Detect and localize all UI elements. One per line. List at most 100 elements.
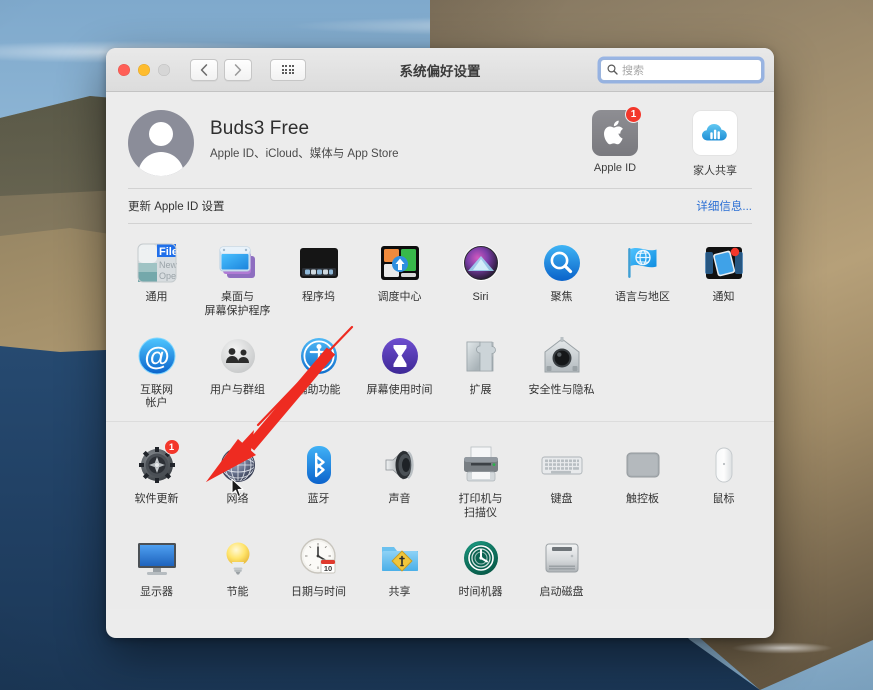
pref-network[interactable]: 网络 xyxy=(197,440,278,521)
sound-icon xyxy=(377,442,423,488)
pref-general[interactable]: File New Ope 通用 xyxy=(116,238,197,319)
apple-id-icon-box: 1 xyxy=(592,106,642,156)
pref-notifications[interactable]: 通知 xyxy=(683,238,764,319)
pref-time-machine[interactable]: 时间机器 xyxy=(440,533,521,600)
pref-software-update[interactable]: 1 软件更新 xyxy=(116,439,197,521)
displays-icon xyxy=(134,535,180,581)
desktop-screensaver-icon xyxy=(215,240,261,286)
sharing-icon xyxy=(377,535,423,581)
close-button[interactable] xyxy=(118,63,130,76)
zoom-button[interactable] xyxy=(158,63,170,76)
preferences-section-hardware: 1 软件更新 网络 蓝牙 声音 打印机与 扫描仪 键盘 触控板 鼠标 显示器 节… xyxy=(106,421,774,610)
family-sharing-label: 家人共享 xyxy=(693,165,737,177)
pref-mission-control[interactable]: 调度中心 xyxy=(359,238,440,319)
pref-displays[interactable]: 显示器 xyxy=(116,533,197,600)
dock-icon xyxy=(296,240,342,286)
pref-users-groups[interactable]: 用户与群组 xyxy=(197,331,278,412)
family-sharing-icon-box xyxy=(692,110,738,156)
desktop-background: 系统偏好设置 搜索 Buds3 Free Apple ID、iCloud、媒体与… xyxy=(0,0,873,690)
pref-label: 程序坞 xyxy=(302,291,335,303)
search-container: 搜索 xyxy=(600,58,762,81)
preference-grid-personal: File New Ope 通用 桌面与 屏幕保护程序 程序坞 调度中心 Siri… xyxy=(116,238,764,411)
security-privacy-icon xyxy=(539,333,585,379)
apple-id-banner[interactable]: Buds3 Free Apple ID、iCloud、媒体与 App Store… xyxy=(106,92,774,186)
extensions-icon xyxy=(458,333,504,379)
accessibility-icon xyxy=(296,333,342,379)
account-subtitle: Apple ID、iCloud、媒体与 App Store xyxy=(210,148,399,160)
svg-text:New: New xyxy=(159,260,178,270)
pref-desktop-screensaver[interactable]: 桌面与 屏幕保护程序 xyxy=(197,238,278,319)
pref-label: 通用 xyxy=(145,291,168,303)
pref-spotlight[interactable]: 聚焦 xyxy=(521,238,602,319)
language-region-icon xyxy=(620,240,666,286)
forward-button[interactable] xyxy=(224,58,252,81)
pref-screen-time[interactable]: 屏幕使用时间 xyxy=(359,331,440,412)
pref-label: 桌面与 屏幕保护程序 xyxy=(204,291,271,317)
pref-label: 键盘 xyxy=(550,493,573,505)
apple-id-label: Apple ID xyxy=(593,162,637,174)
pref-trackpad[interactable]: 触控板 xyxy=(602,440,683,521)
preferences-section-personal: File New Ope 通用 桌面与 屏幕保护程序 程序坞 调度中心 Siri… xyxy=(106,224,774,421)
apple-id-badge: 1 xyxy=(625,106,642,123)
pref-dock[interactable]: 程序坞 xyxy=(278,238,359,319)
pref-sharing[interactable]: 共享 xyxy=(359,533,440,600)
update-details-link[interactable]: 详细信息... xyxy=(696,198,752,214)
pref-extensions[interactable]: 扩展 xyxy=(440,331,521,412)
show-all-button[interactable] xyxy=(270,58,306,81)
network-icon xyxy=(215,442,261,488)
screen-time-icon xyxy=(377,333,423,379)
bluetooth-icon xyxy=(296,442,342,488)
pref-accessibility[interactable]: 辅助功能 xyxy=(278,331,359,412)
pref-label: Siri xyxy=(472,291,489,303)
pref-label: 日期与时间 xyxy=(291,585,346,598)
grid-icon xyxy=(281,64,295,75)
pref-label: 安全性与隐私 xyxy=(528,383,595,396)
time-machine-icon xyxy=(458,535,504,581)
preference-grid-hardware: 1 软件更新 网络 蓝牙 声音 打印机与 扫描仪 键盘 触控板 鼠标 显示器 节… xyxy=(116,439,764,600)
pref-label: 语言与地区 xyxy=(615,291,670,303)
chevron-left-icon xyxy=(200,63,208,76)
minimize-button[interactable] xyxy=(138,63,150,76)
pref-label: 辅助功能 xyxy=(296,383,341,396)
general-icon: File New Ope xyxy=(134,240,180,286)
svg-text:@: @ xyxy=(144,341,169,371)
pref-label: 扩展 xyxy=(469,383,492,396)
apple-id-button[interactable]: 1 Apple ID xyxy=(578,106,652,178)
update-notice-text: 更新 Apple ID 设置 xyxy=(128,201,225,213)
pref-label: 聚焦 xyxy=(550,291,573,303)
users-groups-icon xyxy=(215,333,261,379)
pref-keyboard[interactable]: 键盘 xyxy=(521,440,602,521)
family-sharing-icon xyxy=(692,110,738,156)
pref-label: 互联网 帐户 xyxy=(140,383,173,410)
pref-label: 蓝牙 xyxy=(307,493,330,505)
pref-energy-saver[interactable]: 节能 xyxy=(197,533,278,600)
pref-bluetooth[interactable]: 蓝牙 xyxy=(278,440,359,521)
spotlight-icon xyxy=(539,240,585,286)
update-notice-row: 更新 Apple ID 设置 详细信息... xyxy=(128,188,752,224)
back-button[interactable] xyxy=(190,58,218,81)
pref-language-region[interactable]: 语言与地区 xyxy=(602,238,683,319)
pref-security-privacy[interactable]: 安全性与隐私 xyxy=(521,331,602,412)
pref-siri[interactable]: Siri xyxy=(440,238,521,319)
family-sharing-button[interactable]: 家人共享 xyxy=(678,110,752,178)
pref-internet-accounts[interactable]: @ 互联网 帐户 xyxy=(116,331,197,412)
startup-disk-icon xyxy=(539,535,585,581)
keyboard-icon xyxy=(539,442,585,488)
pref-label: 网络 xyxy=(226,493,249,505)
pref-label: 屏幕使用时间 xyxy=(366,383,433,396)
pref-label: 软件更新 xyxy=(134,493,179,505)
pref-date-time[interactable]: 10 日期与时间 xyxy=(278,533,359,600)
pref-label: 鼠标 xyxy=(712,493,735,505)
window-titlebar[interactable]: 系统偏好设置 搜索 xyxy=(106,48,774,92)
pref-label: 节能 xyxy=(226,585,249,598)
pref-printers-scanners[interactable]: 打印机与 扫描仪 xyxy=(440,440,521,521)
search-input[interactable]: 搜索 xyxy=(600,58,762,81)
pref-mouse[interactable]: 鼠标 xyxy=(683,440,764,521)
software-update-badge: 1 xyxy=(163,439,180,455)
svg-text:File: File xyxy=(159,246,178,258)
pref-sound[interactable]: 声音 xyxy=(359,440,440,521)
avatar xyxy=(128,110,194,176)
pref-label: 启动磁盘 xyxy=(539,585,584,598)
pref-startup-disk[interactable]: 启动磁盘 xyxy=(521,533,602,600)
printers-scanners-icon xyxy=(458,442,504,488)
